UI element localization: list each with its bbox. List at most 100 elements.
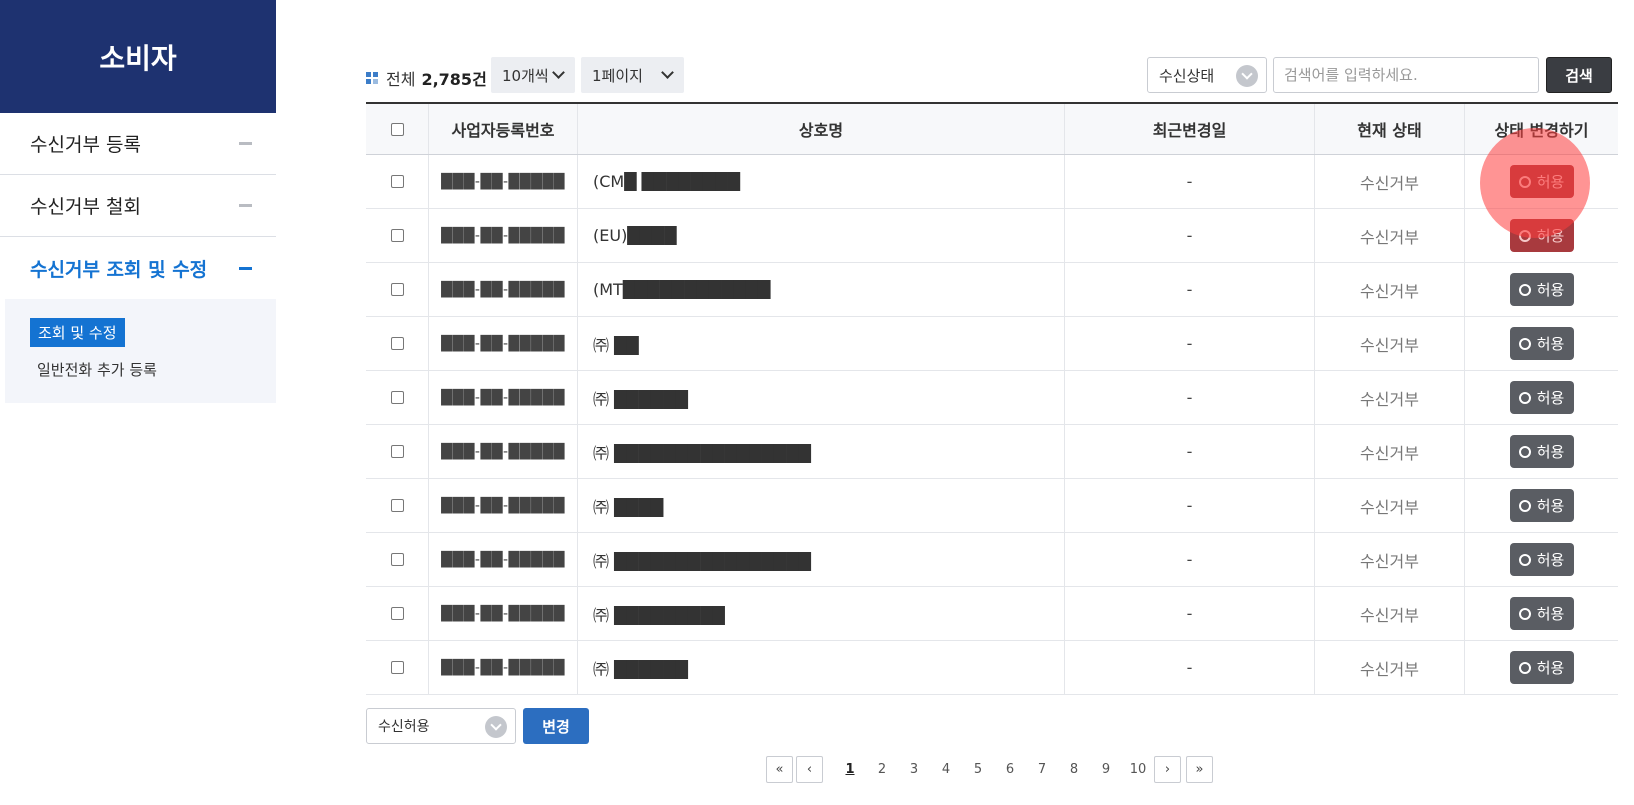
circle-icon: [1518, 661, 1531, 674]
circle-icon: [1518, 337, 1531, 350]
prev-page-button[interactable]: ‹: [796, 756, 823, 783]
page-number[interactable]: 4: [930, 762, 962, 777]
table-row: ███-██-█████ (CM█ ████████ - 수신거부 허용: [366, 155, 1618, 209]
chevron-down-icon: [552, 66, 565, 79]
total-count: 전체 2,785건: [366, 66, 487, 90]
allow-label: 허용: [1536, 497, 1565, 515]
page-number[interactable]: 7: [1026, 762, 1058, 777]
total-value: 2,785건: [421, 70, 487, 89]
allow-button[interactable]: 허용: [1509, 381, 1574, 414]
page-number[interactable]: 6: [994, 762, 1026, 777]
row-checkbox-cell: [366, 371, 429, 424]
name-cell: (MT████████████: [578, 263, 1065, 316]
page-numbers: 1 2 3 4 5 6 7 8 9 10: [834, 762, 1154, 777]
biz-no-cell: ███-██-█████: [429, 533, 578, 586]
allow-button[interactable]: 허용: [1509, 219, 1574, 252]
biz-no-cell: ███-██-█████: [429, 371, 578, 424]
sidebar-brand: 소비자: [0, 0, 276, 113]
page-number[interactable]: 9: [1090, 762, 1122, 777]
row-checkbox[interactable]: [390, 283, 404, 296]
status-cell: 수신거부: [1315, 317, 1465, 370]
biz-no-cell: ███-██-█████: [429, 155, 578, 208]
page-number[interactable]: 5: [962, 762, 994, 777]
action-cell: 허용: [1465, 371, 1618, 424]
header-name: 상호명: [578, 104, 1065, 154]
chevron-down-icon: [485, 716, 507, 738]
biz-no-cell: ███-██-█████: [429, 587, 578, 640]
row-checkbox[interactable]: [390, 661, 404, 674]
row-checkbox-cell: [366, 479, 429, 532]
page-select[interactable]: 1페이지: [581, 57, 684, 93]
data-table: 사업자등록번호 상호명 최근변경일 현재 상태 상태 변경하기 ███-██-█…: [366, 102, 1618, 695]
submenu-item-landline-add[interactable]: 일반전화 추가 등록: [37, 359, 276, 380]
change-button[interactable]: 변경: [523, 708, 589, 744]
row-checkbox[interactable]: [390, 391, 404, 404]
status-cell: 수신거부: [1315, 641, 1465, 694]
page-number[interactable]: 2: [866, 762, 898, 777]
allow-button[interactable]: 허용: [1509, 651, 1574, 684]
header-date: 최근변경일: [1065, 104, 1315, 154]
status-filter-select[interactable]: 수신상태: [1147, 57, 1267, 93]
row-checkbox[interactable]: [390, 229, 404, 242]
status-cell: 수신거부: [1315, 425, 1465, 478]
row-checkbox[interactable]: [390, 337, 404, 350]
date-cell: -: [1065, 533, 1315, 586]
row-checkbox[interactable]: [390, 607, 404, 620]
header-biz-no: 사업자등록번호: [429, 104, 578, 154]
row-checkbox[interactable]: [390, 175, 404, 188]
table-row: ███-██-█████ ㈜ ████████████████ - 수신거부 허용: [366, 425, 1618, 479]
allow-button[interactable]: 허용: [1509, 489, 1574, 522]
allow-button[interactable]: 허용: [1509, 273, 1574, 306]
pagination: « ‹ 1 2 3 4 5 6 7 8 9 10 › »: [766, 756, 1218, 783]
sidebar-item-register[interactable]: 수신거부 등록: [0, 113, 276, 175]
minus-icon: [239, 142, 252, 145]
bulk-status-select[interactable]: 수신허용: [366, 708, 516, 744]
action-cell: 허용: [1465, 533, 1618, 586]
header-status: 현재 상태: [1315, 104, 1465, 154]
date-cell: -: [1065, 155, 1315, 208]
next-page-button[interactable]: ›: [1154, 756, 1181, 783]
app: 소비자 수신거부 등록 수신거부 철회 수신거부 조회 및 수정 조회 및 수정…: [0, 0, 1634, 805]
sidebar-item-withdraw[interactable]: 수신거부 철회: [0, 175, 276, 237]
allow-button[interactable]: 허용: [1509, 435, 1574, 468]
allow-button[interactable]: 허용: [1509, 165, 1574, 198]
select-all-checkbox[interactable]: [390, 122, 404, 136]
last-page-button[interactable]: »: [1186, 756, 1213, 783]
row-checkbox-cell: [366, 587, 429, 640]
sidebar-item-inquiry[interactable]: 수신거부 조회 및 수정: [0, 237, 276, 299]
submenu-item-inquiry-edit[interactable]: 조회 및 수정: [30, 318, 125, 347]
allow-button[interactable]: 허용: [1509, 327, 1574, 360]
search-button[interactable]: 검색: [1546, 57, 1612, 93]
row-checkbox[interactable]: [390, 499, 404, 512]
allow-button[interactable]: 허용: [1509, 543, 1574, 576]
allow-label: 허용: [1536, 551, 1565, 569]
page-number[interactable]: 1: [834, 762, 866, 777]
allow-button[interactable]: 허용: [1509, 597, 1574, 630]
row-checkbox[interactable]: [390, 553, 404, 566]
chevron-down-icon: [661, 66, 674, 79]
row-checkbox[interactable]: [390, 445, 404, 458]
action-cell: 허용: [1465, 209, 1618, 262]
page-number[interactable]: 3: [898, 762, 930, 777]
sidebar: 소비자 수신거부 등록 수신거부 철회 수신거부 조회 및 수정 조회 및 수정…: [0, 0, 276, 403]
status-cell: 수신거부: [1315, 155, 1465, 208]
row-checkbox-cell: [366, 533, 429, 586]
page-number[interactable]: 8: [1058, 762, 1090, 777]
sidebar-item-label: 수신거부 등록: [30, 134, 141, 156]
allow-label: 허용: [1536, 281, 1565, 299]
toolbar: 전체 2,785건 10개씩 1페이지 수신상태 검색: [366, 57, 1618, 93]
circle-icon: [1518, 391, 1531, 404]
page-number[interactable]: 10: [1122, 762, 1154, 777]
table-row: ███-██-█████ (EU)████ - 수신거부 허용: [366, 209, 1618, 263]
search-input[interactable]: [1273, 57, 1539, 93]
name-cell: ㈜ ██: [578, 317, 1065, 370]
first-page-button[interactable]: «: [766, 756, 793, 783]
per-page-select[interactable]: 10개씩: [491, 57, 575, 93]
minus-icon: [239, 204, 252, 207]
circle-icon: [1518, 175, 1531, 188]
row-checkbox-cell: [366, 209, 429, 262]
biz-no-cell: ███-██-█████: [429, 263, 578, 316]
action-cell: 허용: [1465, 425, 1618, 478]
status-cell: 수신거부: [1315, 209, 1465, 262]
circle-icon: [1518, 553, 1531, 566]
